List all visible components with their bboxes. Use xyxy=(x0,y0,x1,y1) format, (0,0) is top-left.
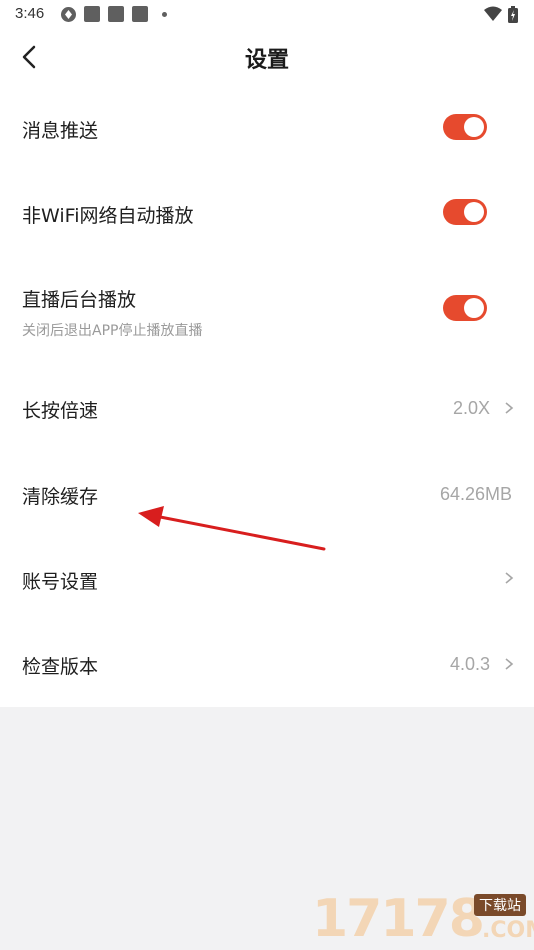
setting-value: 2.0X xyxy=(452,398,490,418)
wifi-autoplay-toggle[interactable] xyxy=(443,199,487,225)
push-toggle[interactable] xyxy=(443,114,487,140)
setting-label: 账号设置 xyxy=(22,571,99,593)
status-time: 3:46 xyxy=(15,5,45,22)
setting-label: 长按倍速 xyxy=(22,400,99,422)
chevron-right-icon xyxy=(505,572,514,584)
setting-account[interactable]: 账号设置 xyxy=(0,536,534,622)
setting-value: 64.26MB xyxy=(439,484,512,504)
setting-check-version[interactable]: 检查版本 4.0.3 xyxy=(0,622,534,707)
setting-label: 检查版本 xyxy=(22,656,99,678)
setting-wifi-autoplay[interactable]: 非WiFi网络自动播放 xyxy=(0,170,534,256)
sync-icon xyxy=(60,6,77,27)
chevron-right-icon xyxy=(505,402,514,414)
status-bar: 3:46 xyxy=(0,0,534,28)
settings-list: 消息推送 非WiFi网络自动播放 直播后台播放 关闭后退出APP停止播放直播 长… xyxy=(0,86,534,707)
more-notifications-icon xyxy=(162,12,167,17)
setting-long-press-speed[interactable]: 长按倍速 2.0X xyxy=(0,364,534,450)
watermark-digits: 17178 xyxy=(312,889,485,949)
setting-label: 清除缓存 xyxy=(22,486,99,508)
setting-push-notifications[interactable]: 消息推送 xyxy=(0,86,534,170)
setting-label: 直播后台播放 xyxy=(22,289,137,311)
chevron-right-icon xyxy=(505,658,514,670)
toggle-knob xyxy=(464,117,484,137)
watermark-logo: 17178 下载站 .COM xyxy=(312,888,534,950)
setting-label: 消息推送 xyxy=(22,120,99,142)
notification-icon xyxy=(84,6,100,22)
setting-description: 关闭后退出APP停止播放直播 xyxy=(22,323,203,339)
setting-label: 非WiFi网络自动播放 xyxy=(22,205,194,227)
wifi-icon xyxy=(484,6,502,26)
notification-icon xyxy=(132,6,148,22)
page-title: 设置 xyxy=(244,48,289,73)
watermark-badge: 下载站 xyxy=(474,894,526,916)
setting-clear-cache[interactable]: 清除缓存 64.26MB xyxy=(0,450,534,536)
setting-background-play[interactable]: 直播后台播放 关闭后退出APP停止播放直播 xyxy=(0,256,534,364)
battery-icon xyxy=(508,6,518,27)
notification-icon xyxy=(108,6,124,22)
background-play-toggle[interactable] xyxy=(443,295,487,321)
setting-value: 4.0.3 xyxy=(449,654,490,674)
toggle-knob xyxy=(464,298,484,318)
header: 设置 xyxy=(0,28,534,86)
watermark-domain: .COM xyxy=(482,918,534,943)
toggle-knob xyxy=(464,202,484,222)
